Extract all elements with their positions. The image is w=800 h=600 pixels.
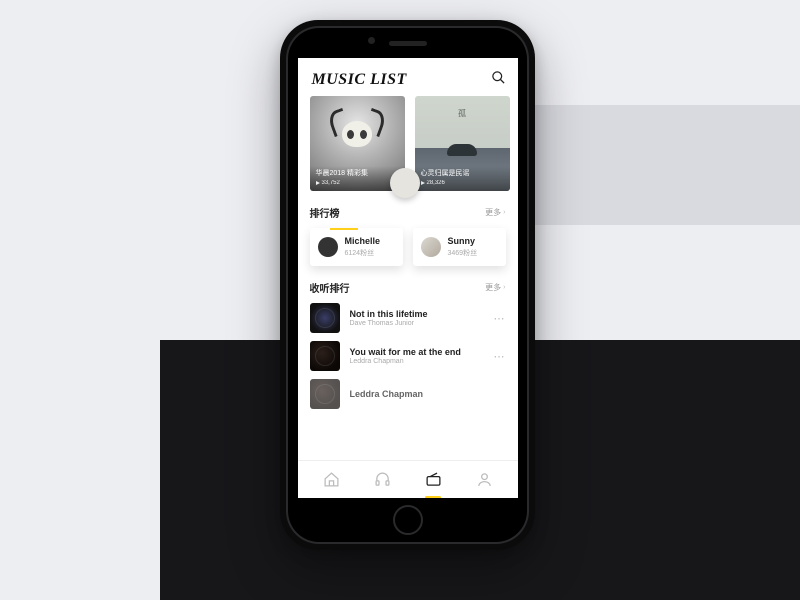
featured-title: 华晨2018 精彩集 [316, 170, 399, 178]
play-icon [421, 181, 425, 185]
phone-home-button[interactable] [393, 505, 423, 535]
search-icon[interactable] [491, 70, 506, 90]
app-logo: MUSIC LIST [312, 71, 407, 89]
avatar [421, 237, 441, 257]
track-artist: Dave Thomas Junior [350, 320, 484, 327]
artist-name: Sunny [448, 236, 478, 246]
app-logo-text: MUSIC LIST [312, 71, 407, 88]
track-row[interactable]: Leddra Chapman [310, 379, 506, 409]
artist-name: Michelle [345, 236, 381, 246]
app-header: MUSIC LIST [298, 58, 518, 96]
phone-camera [368, 37, 375, 44]
track-artist: Leddra Chapman [350, 358, 484, 365]
artist-card-1[interactable]: Sunny 3469粉丝 [413, 228, 506, 266]
track-row[interactable]: You wait for me at the end Leddra Chapma… [310, 341, 506, 371]
featured-row[interactable]: 华晨2018 精彩集 33,752 孤 心灵归属是民谣 28,326 [310, 96, 506, 191]
chevron-right-icon: › [503, 284, 505, 291]
home-icon [323, 471, 340, 488]
track-more-icon[interactable]: ⋯ [494, 312, 506, 325]
track-cover [310, 379, 340, 409]
featured-title: 心灵归属是民谣 [421, 170, 504, 178]
tab-radio[interactable] [419, 466, 447, 494]
tab-home[interactable] [317, 466, 345, 494]
floating-disc[interactable] [390, 168, 420, 198]
track-title: Leddra Chapman [350, 389, 506, 399]
headphones-icon [374, 471, 391, 488]
track-list: Not in this lifetime Dave Thomas Junior … [310, 303, 506, 389]
more-label: 更多 [485, 282, 501, 293]
artist-row: Michelle 6124粉丝 Sunny 3469粉丝 [310, 228, 506, 266]
featured-plays: 28,326 [427, 180, 445, 186]
featured-card-1[interactable]: 孤 心灵归属是民谣 28,326 [415, 96, 510, 191]
chevron-right-icon: › [503, 209, 505, 216]
radio-icon [425, 471, 442, 488]
more-label: 更多 [485, 207, 501, 218]
user-icon [476, 471, 493, 488]
track-row[interactable]: Not in this lifetime Dave Thomas Junior … [310, 303, 506, 333]
track-title: Not in this lifetime [350, 309, 484, 319]
phone-speaker [389, 41, 427, 46]
more-link[interactable]: 更多 › [485, 207, 505, 218]
play-icon [316, 181, 320, 185]
featured-plays: 33,752 [322, 180, 340, 186]
section-title: 排行榜 [310, 205, 340, 220]
app-screen: MUSIC LIST 华晨2018 精彩集 33,752 [298, 58, 518, 498]
content-scroll[interactable]: 华晨2018 精彩集 33,752 孤 心灵归属是民谣 28,326 [298, 96, 518, 460]
track-cover [310, 303, 340, 333]
section-head-rank: 排行榜 更多 › [310, 205, 506, 220]
tab-profile[interactable] [470, 466, 498, 494]
avatar [318, 237, 338, 257]
track-cover [310, 341, 340, 371]
artist-fans: 3469粉丝 [448, 248, 478, 258]
track-more-icon[interactable]: ⋯ [494, 350, 506, 363]
more-link[interactable]: 更多 › [485, 282, 505, 293]
artist-fans: 6124粉丝 [345, 248, 381, 258]
section-title: 收听排行 [310, 280, 350, 295]
tab-bar [298, 460, 518, 498]
section-head-listen: 收听排行 更多 › [310, 280, 506, 295]
artist-card-0[interactable]: Michelle 6124粉丝 [310, 228, 403, 266]
track-title: You wait for me at the end [350, 347, 484, 357]
tab-headphones[interactable] [368, 466, 396, 494]
phone-device-frame: MUSIC LIST 华晨2018 精彩集 33,752 [280, 20, 535, 550]
